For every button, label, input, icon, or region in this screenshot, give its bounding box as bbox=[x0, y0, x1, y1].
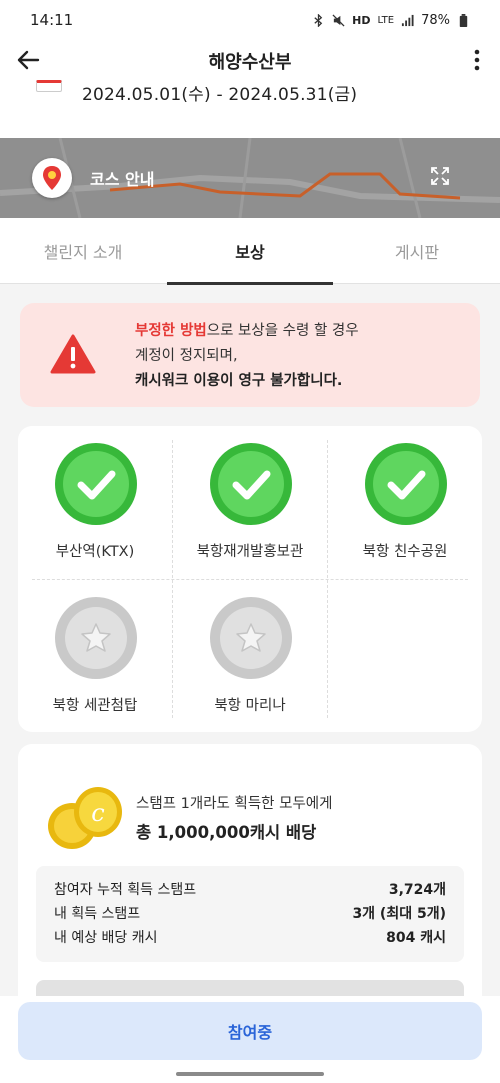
participating-button[interactable]: 참여중 bbox=[18, 1002, 482, 1060]
star-stamp-icon bbox=[55, 597, 137, 679]
status-icons: HD LTE 78% bbox=[312, 13, 470, 28]
reward-total: 총 1,000,000캐시 배당 bbox=[136, 823, 317, 842]
stamp-label: 북항 친수공원 bbox=[362, 544, 448, 560]
battery-icon bbox=[459, 13, 468, 27]
stat-row: 참여자 누적 획득 스탬프 3,724개 bbox=[54, 878, 446, 902]
calendar-icon bbox=[36, 80, 62, 92]
stamp-item[interactable]: 북항 세관첨탑 bbox=[18, 580, 172, 730]
warning-highlight: 부정한 방법 bbox=[135, 323, 207, 339]
status-bar: 14:11 HD LTE 78% bbox=[0, 0, 500, 40]
status-time: 14:11 bbox=[30, 11, 74, 29]
check-stamp-icon bbox=[210, 443, 292, 525]
stat-value: 3개 (최대 5개) bbox=[352, 906, 446, 922]
stamp-label: 북항재개발홍보관 bbox=[196, 544, 304, 560]
stat-label: 내 획득 스탬프 bbox=[54, 906, 141, 922]
tab-board[interactable]: 게시판 bbox=[334, 218, 500, 284]
warning-line1: 으로 보상을 수령 할 경우 bbox=[206, 323, 359, 339]
map-background bbox=[0, 138, 500, 218]
stat-value: 3,724개 bbox=[388, 882, 446, 898]
stat-label: 참여자 누적 획득 스탬프 bbox=[54, 882, 197, 898]
home-indicator[interactable] bbox=[176, 1072, 324, 1076]
warning-icon bbox=[50, 334, 96, 374]
stamp-label: 부산역(KTX) bbox=[55, 544, 135, 560]
bottom-bar: 참여중 bbox=[0, 996, 500, 1083]
location-pin-icon bbox=[43, 166, 61, 190]
lte-indicator: LTE bbox=[377, 14, 395, 26]
stamp-label: 북항 세관첨탑 bbox=[52, 698, 138, 714]
gold-coins-icon: c bbox=[48, 787, 122, 849]
tab-bar: 챌린지 소개 보상 게시판 bbox=[0, 218, 500, 285]
stat-label: 내 예상 배당 캐시 bbox=[54, 930, 158, 946]
stamp-item[interactable]: 북항재개발홍보관 bbox=[173, 426, 327, 576]
stamp-item[interactable]: 북항 친수공원 bbox=[328, 426, 482, 576]
bluetooth-icon bbox=[314, 13, 323, 27]
app-bar: 해양수산부 bbox=[0, 40, 500, 80]
warning-line2: 계정이 정지되며, bbox=[135, 348, 238, 364]
check-stamp-icon bbox=[365, 443, 447, 525]
map-pin-button[interactable] bbox=[32, 158, 72, 198]
tab-intro[interactable]: 챌린지 소개 bbox=[0, 218, 166, 284]
warning-banner: 부정한 방법으로 보상을 수령 할 경우 계정이 정지되며, 캐시워크 이용이 … bbox=[20, 303, 480, 407]
page-title: 해양수산부 bbox=[208, 52, 292, 73]
reward-stats: 참여자 누적 획득 스탬프 3,724개 내 획득 스탬프 3개 (최대 5개) 내… bbox=[36, 866, 464, 962]
warning-text: 부정한 방법으로 보상을 수령 할 경우 계정이 정지되며, 캐시워크 이용이 … bbox=[135, 319, 359, 394]
stamp-label: 북항 마리나 bbox=[214, 698, 286, 714]
star-stamp-icon bbox=[210, 597, 292, 679]
stat-row: 내 획득 스탬프 3개 (최대 5개) bbox=[54, 902, 446, 926]
stat-value: 804 캐시 bbox=[386, 930, 446, 946]
stamp-item[interactable]: 북항 마리나 bbox=[173, 580, 327, 730]
tab-reward[interactable]: 보상 bbox=[167, 218, 333, 285]
hd-voice-indicator: HD bbox=[352, 13, 371, 27]
stat-row: 내 예상 배당 캐시 804 캐시 bbox=[54, 926, 446, 950]
warning-line3: 캐시워크 이용이 영구 불가합니다. bbox=[135, 373, 343, 389]
stamp-grid: 부산역(KTX) 북항재개발홍보관 북항 친수공원 북항 세관첨탑 북항 마리나 bbox=[18, 426, 482, 732]
course-guide-label: 코스 안내 bbox=[90, 170, 155, 189]
battery-percent: 78% bbox=[421, 12, 450, 28]
stamp-item[interactable]: 부산역(KTX) bbox=[18, 426, 172, 576]
challenge-period: 2024.05.01(수) - 2024.05.31(금) bbox=[82, 85, 358, 105]
signal-icon bbox=[402, 14, 414, 26]
mute-icon bbox=[332, 13, 345, 27]
reward-description: 스탬프 1개라도 획득한 모두에게 bbox=[136, 796, 333, 812]
more-options-icon[interactable] bbox=[472, 48, 482, 72]
course-map[interactable]: 코스 안내 bbox=[0, 138, 500, 218]
expand-icon[interactable] bbox=[430, 166, 450, 186]
check-stamp-icon bbox=[55, 443, 137, 525]
challenge-info: 2024.05.01(수) - 2024.05.31(금) bbox=[0, 80, 500, 138]
svg-text:c: c bbox=[91, 799, 104, 827]
